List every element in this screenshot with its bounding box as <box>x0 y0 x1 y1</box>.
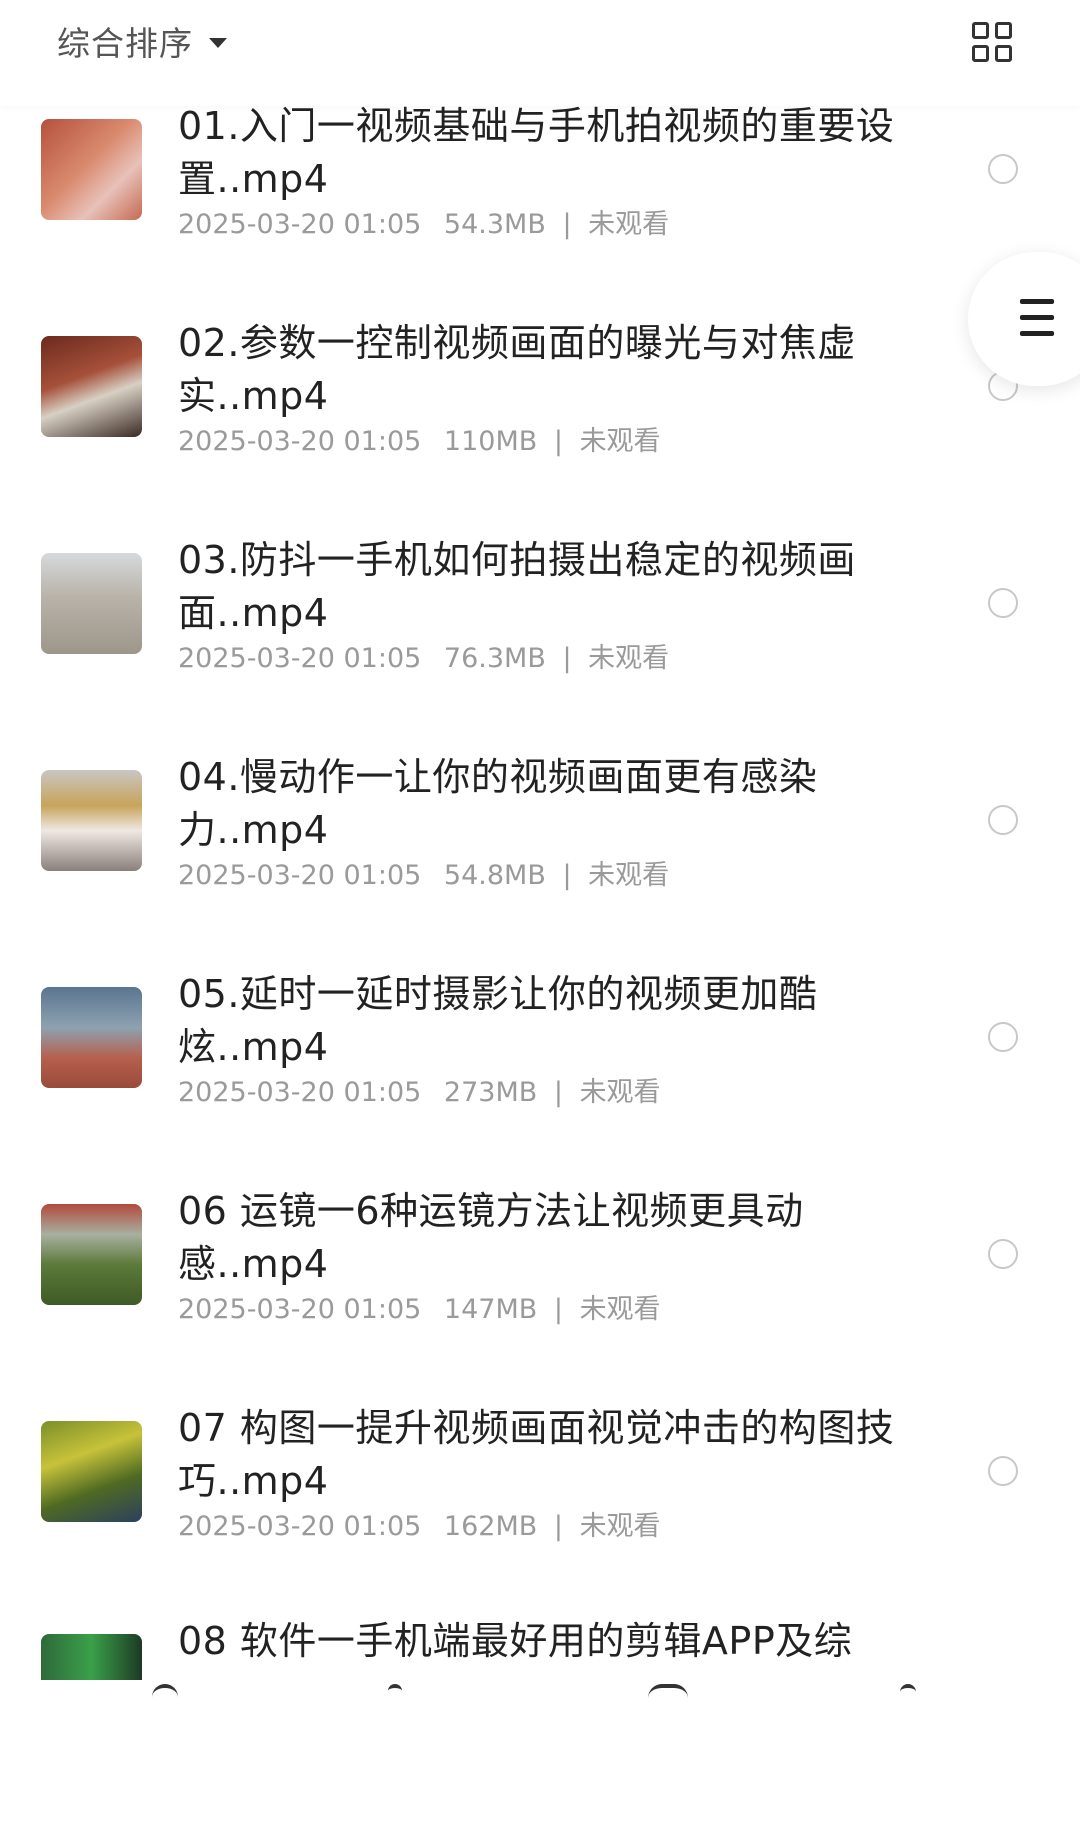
list-item[interactable]: 02.参数一控制视频画面的曝光与对焦虚实..mp4 2025-03-20 01:… <box>0 321 1080 540</box>
file-date: 2025-03-20 01:05 <box>178 643 422 674</box>
file-meta: 2025-03-20 01:05 162MB | 未观看 <box>178 1510 661 1544</box>
watch-status: 未观看 <box>579 426 661 457</box>
file-meta: 2025-03-20 01:05 76.3MB | 未观看 <box>178 642 669 676</box>
file-meta: 2025-03-20 01:05 54.3MB | 未观看 <box>178 208 669 242</box>
list-item[interactable]: 05.延时一延时摄影让你的视频更加酷炫..mp4 2025-03-20 01:0… <box>0 972 1080 1191</box>
sort-dropdown[interactable]: 综合排序 <box>57 18 227 64</box>
watch-status: 未观看 <box>579 1294 661 1325</box>
list-item[interactable]: 03.防抖一手机如何拍摄出稳定的视频画面..mp4 2025-03-20 01:… <box>0 538 1080 757</box>
file-date: 2025-03-20 01:05 <box>178 1511 422 1542</box>
video-thumbnail <box>41 553 142 654</box>
file-title: 06 运镜一6种运镜方法让视频更具动感..mp4 <box>178 1189 804 1286</box>
file-size: 110MB <box>443 426 538 457</box>
watch-status: 未观看 <box>579 1077 661 1108</box>
file-title: 08 软件一手机端最好用的剪辑APP及综 <box>178 1619 853 1663</box>
video-thumbnail <box>41 119 142 220</box>
bottom-icon <box>388 1684 402 1702</box>
menu-icon-line <box>1020 315 1054 320</box>
file-size: 147MB <box>443 1294 538 1325</box>
meta-separator: | <box>553 1294 563 1325</box>
file-meta: 2025-03-20 01:05 147MB | 未观看 <box>178 1293 661 1327</box>
menu-icon-line <box>1020 299 1054 304</box>
video-thumbnail <box>41 770 142 871</box>
file-meta: 2025-03-20 01:05 110MB | 未观看 <box>178 425 661 459</box>
list-item[interactable]: 08 软件一手机端最好用的剪辑APP及综 <box>0 1619 1080 1842</box>
bottom-icon <box>152 1684 178 1702</box>
select-radio[interactable] <box>988 1239 1018 1269</box>
menu-icon-line <box>1020 331 1054 336</box>
file-size: 76.3MB <box>443 643 546 674</box>
caret-down-icon <box>209 38 227 48</box>
file-date: 2025-03-20 01:05 <box>178 1077 422 1108</box>
file-date: 2025-03-20 01:05 <box>178 860 422 891</box>
video-thumbnail <box>41 336 142 437</box>
select-radio[interactable] <box>988 1456 1018 1486</box>
file-size: 162MB <box>443 1511 538 1542</box>
top-toolbar: 综合排序 <box>0 0 1080 106</box>
watch-status: 未观看 <box>579 1511 661 1542</box>
video-thumbnail <box>41 987 142 1088</box>
file-size: 273MB <box>443 1077 538 1108</box>
grid-view-icon[interactable] <box>972 22 1012 62</box>
file-title: 07 构图一提升视频画面视觉冲击的构图技巧..mp4 <box>178 1406 895 1503</box>
video-thumbnail <box>41 1421 142 1522</box>
list-item[interactable]: 06 运镜一6种运镜方法让视频更具动感..mp4 2025-03-20 01:0… <box>0 1189 1080 1408</box>
bottom-icon <box>648 1684 688 1702</box>
list-item[interactable]: 07 构图一提升视频画面视觉冲击的构图技巧..mp4 2025-03-20 01… <box>0 1406 1080 1625</box>
watch-status: 未观看 <box>588 860 670 891</box>
grid-cell <box>972 45 989 62</box>
select-radio[interactable] <box>988 154 1018 184</box>
grid-cell <box>995 22 1012 39</box>
file-size: 54.8MB <box>443 860 546 891</box>
meta-separator: | <box>562 860 572 891</box>
select-radio[interactable] <box>988 588 1018 618</box>
meta-separator: | <box>562 643 572 674</box>
sort-label: 综合排序 <box>57 24 193 63</box>
select-radio[interactable] <box>988 1022 1018 1052</box>
video-thumbnail <box>41 1204 142 1305</box>
file-meta: 2025-03-20 01:05 273MB | 未观看 <box>178 1076 661 1110</box>
file-meta: 2025-03-20 01:05 54.8MB | 未观看 <box>178 859 669 893</box>
file-title: 03.防抖一手机如何拍摄出稳定的视频画面..mp4 <box>178 538 856 635</box>
watch-status: 未观看 <box>588 209 670 240</box>
file-title: 01.入门一视频基础与手机拍视频的重要设置..mp4 <box>178 104 895 201</box>
list-item[interactable]: 01.入门一视频基础与手机拍视频的重要设置..mp4 2025-03-20 01… <box>0 104 1080 323</box>
grid-cell <box>972 22 989 39</box>
bottom-toolbar-hint <box>0 1680 1080 1697</box>
meta-separator: | <box>553 1077 563 1108</box>
file-date: 2025-03-20 01:05 <box>178 209 422 240</box>
watch-status: 未观看 <box>588 643 670 674</box>
meta-separator: | <box>562 209 572 240</box>
meta-separator: | <box>553 1511 563 1542</box>
file-date: 2025-03-20 01:05 <box>178 426 422 457</box>
file-title: 04.慢动作一让你的视频画面更有感染力..mp4 <box>178 755 818 852</box>
file-title: 02.参数一控制视频画面的曝光与对焦虚实..mp4 <box>178 321 856 418</box>
file-title: 05.延时一延时摄影让你的视频更加酷炫..mp4 <box>178 972 818 1069</box>
meta-separator: | <box>553 426 563 457</box>
bottom-icon <box>900 1684 916 1702</box>
grid-cell <box>995 45 1012 62</box>
list-item[interactable]: 04.慢动作一让你的视频画面更有感染力..mp4 2025-03-20 01:0… <box>0 755 1080 974</box>
file-size: 54.3MB <box>443 209 546 240</box>
file-date: 2025-03-20 01:05 <box>178 1294 422 1325</box>
select-radio[interactable] <box>988 805 1018 835</box>
